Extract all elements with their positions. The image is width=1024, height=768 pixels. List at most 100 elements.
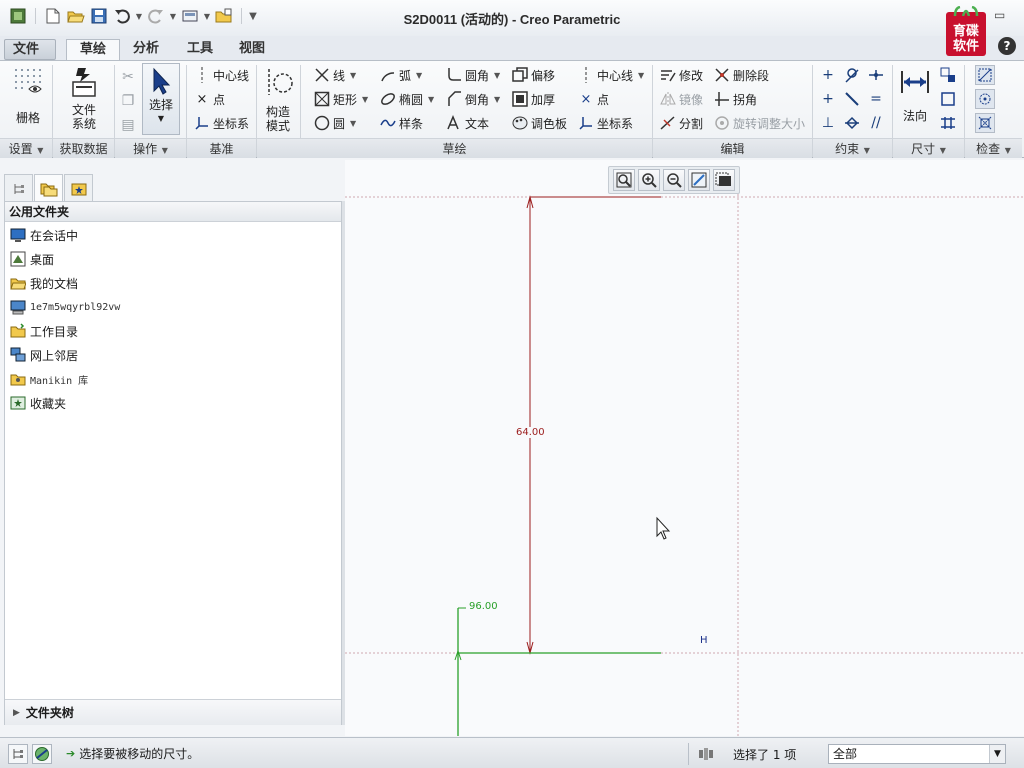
horizontal-constraint-icon[interactable]: +: [818, 89, 838, 109]
browser-toggle-icon[interactable]: [32, 744, 52, 764]
palette-button[interactable]: 调色板: [512, 113, 567, 133]
tab-tools[interactable]: 工具: [176, 39, 224, 60]
shade-closed-loops-icon[interactable]: [975, 113, 995, 133]
nav-item-in-session[interactable]: 在会话中: [9, 225, 78, 245]
rotate-resize-button[interactable]: 旋转调整大小: [714, 113, 805, 133]
tab-file[interactable]: 文件 ▼: [4, 39, 56, 75]
overlapping-geometry-icon[interactable]: [975, 65, 995, 85]
baseline-dimension-icon[interactable]: [938, 113, 958, 133]
construction-mode-button[interactable]: 构造 模式: [260, 65, 296, 133]
tab-analysis[interactable]: 分析: [122, 39, 170, 60]
undo-dropdown-icon[interactable]: ▼: [135, 12, 143, 21]
nav-item-desktop[interactable]: 桌面: [9, 249, 54, 269]
chevron-down-icon: ▼: [159, 146, 168, 155]
arc-button[interactable]: 弧 ▼: [380, 65, 422, 85]
reference-dimension-icon[interactable]: [938, 89, 958, 109]
grid-button[interactable]: 栅格: [10, 65, 46, 125]
corner-button[interactable]: 拐角: [714, 89, 757, 109]
midpoint-constraint-icon[interactable]: [866, 65, 886, 85]
selection-filter-icon[interactable]: [696, 745, 716, 763]
group-label-constrain[interactable]: 约束 ▼: [813, 138, 892, 158]
file-system-label-2: 系统: [71, 117, 96, 131]
perimeter-dimension-icon[interactable]: [938, 65, 958, 85]
sketch-coord-sys-button[interactable]: 坐标系: [578, 113, 633, 133]
equal-constraint-icon[interactable]: =: [866, 89, 886, 109]
fillet-button[interactable]: 圆角 ▼: [446, 65, 500, 85]
highlight-open-ends-icon[interactable]: [975, 89, 995, 109]
perpendicular-constraint-icon[interactable]: ⊥: [818, 113, 838, 133]
file-system-button[interactable]: 文件 系统: [64, 65, 104, 131]
parallel-constraint-icon[interactable]: //: [866, 113, 886, 133]
delete-segment-button[interactable]: 删除段: [714, 65, 769, 85]
save-icon[interactable]: [89, 6, 109, 26]
redo-icon[interactable]: [146, 6, 166, 26]
offset-button[interactable]: 偏移: [512, 65, 555, 85]
tab-view[interactable]: 视图: [228, 39, 276, 60]
modify-button[interactable]: 修改: [660, 65, 703, 85]
new-file-icon[interactable]: [43, 6, 63, 26]
mirror-button[interactable]: 镜像: [660, 89, 703, 109]
paste-icon[interactable]: ▤: [118, 115, 138, 135]
nav-item-computer[interactable]: 1e7m5wqyrbl92vw: [9, 297, 120, 317]
normal-dimension-button[interactable]: 法向: [896, 65, 934, 123]
select-button[interactable]: 选择 ▼: [142, 63, 180, 135]
nav-item-favorites[interactable]: 收藏夹: [9, 393, 66, 413]
spline-button[interactable]: 样条: [380, 113, 423, 133]
vertical-constraint-icon[interactable]: +: [818, 65, 838, 85]
group-label-inspect[interactable]: 检查 ▼: [965, 138, 1022, 158]
nav-item-working-directory[interactable]: 工作目录: [9, 321, 78, 341]
tab-sketch[interactable]: 草绘: [66, 39, 120, 60]
tangent-constraint-icon[interactable]: [842, 65, 862, 85]
tab-favorites[interactable]: [64, 174, 93, 202]
navigator-toggle-icon[interactable]: [8, 744, 28, 764]
sketch-centerline-button[interactable]: 中心线 ▼: [578, 65, 644, 85]
spline-label: 样条: [399, 116, 424, 131]
copy-icon[interactable]: ❐: [118, 91, 138, 111]
ellipse-button[interactable]: 椭圆 ▼: [380, 89, 434, 109]
vertical-dimension-value[interactable]: 64.00: [515, 427, 546, 438]
customize-toolbar-icon[interactable]: ▼: [249, 11, 257, 22]
graphics-canvas[interactable]: 64.00 96.00 H: [345, 160, 1024, 736]
nav-item-network[interactable]: 网上邻居: [9, 345, 78, 365]
datum-coord-sys-button[interactable]: 坐标系: [194, 113, 249, 133]
zoom-in-icon[interactable]: [638, 169, 660, 191]
help-icon[interactable]: ?: [998, 37, 1016, 55]
horizontal-constraint-marker[interactable]: H: [700, 635, 708, 646]
divide-button[interactable]: 分割: [660, 113, 703, 133]
close-window-icon[interactable]: [214, 6, 234, 26]
display-style-icon[interactable]: [713, 169, 735, 191]
horizontal-dimension-value[interactable]: 96.00: [469, 601, 498, 612]
group-label-operations[interactable]: 操作 ▼: [115, 138, 186, 158]
refit-icon[interactable]: [613, 169, 635, 191]
line-button[interactable]: 线 ▼: [314, 65, 356, 85]
rectangle-button[interactable]: 矩形 ▼: [314, 89, 368, 109]
redo-dropdown-icon[interactable]: ▼: [169, 12, 177, 21]
coincident-constraint-icon[interactable]: [842, 89, 862, 109]
nav-item-manikin-library[interactable]: Manikin 库: [9, 369, 88, 389]
windows-dropdown-icon[interactable]: ▼: [203, 12, 211, 21]
folder-tree-toggle[interactable]: ▶ 文件夹树: [5, 699, 341, 725]
chamfer-button[interactable]: 倒角 ▼: [446, 89, 500, 109]
app-icon[interactable]: [8, 6, 28, 26]
group-label-dimension[interactable]: 尺寸 ▼: [893, 138, 964, 158]
nav-item-my-documents[interactable]: 我的文档: [9, 273, 78, 293]
datum-centerline-button[interactable]: 中心线: [194, 65, 249, 85]
group-label-setup[interactable]: 设置 ▼: [0, 138, 52, 158]
selection-filter-dropdown[interactable]: 全部 ▼: [828, 744, 1006, 764]
zoom-out-icon[interactable]: [663, 169, 685, 191]
datum-point-button[interactable]: × 点: [194, 89, 225, 109]
maximize-icon[interactable]: ▭: [994, 8, 1005, 22]
undo-icon[interactable]: [112, 6, 132, 26]
symmetric-constraint-icon[interactable]: [842, 113, 862, 133]
circle-button[interactable]: 圆 ▼: [314, 113, 356, 133]
text-button[interactable]: 文本: [446, 113, 489, 133]
regenerate-icon[interactable]: [180, 6, 200, 26]
thicken-button[interactable]: 加厚: [512, 89, 555, 109]
tab-model-tree[interactable]: [4, 174, 33, 202]
cut-icon[interactable]: ✂: [118, 67, 138, 87]
group-label-sketch: 草绘: [257, 138, 652, 158]
open-folder-icon[interactable]: [66, 6, 86, 26]
sketch-point-button[interactable]: × 点: [578, 89, 609, 109]
tab-folder-browser[interactable]: [34, 174, 63, 202]
repaint-icon[interactable]: [688, 169, 710, 191]
